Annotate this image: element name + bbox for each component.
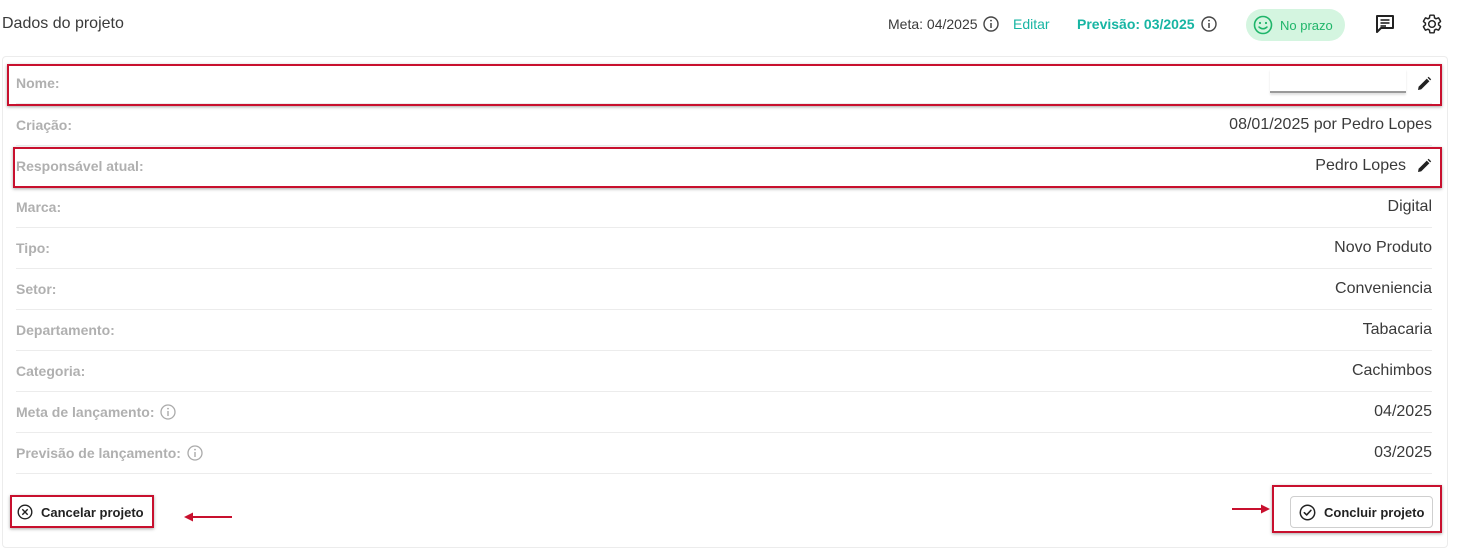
field-label: Setor: [16,281,57,297]
field-row-meta-lancamento: Meta de lançamento: 04/2025 [16,392,1432,433]
highlight-box-cancel [10,495,154,528]
field-value: Conveniencia [1335,280,1432,297]
info-icon[interactable] [187,445,203,461]
info-icon[interactable] [160,404,177,420]
field-label: Departamento: [16,322,115,338]
forecast: Previsão: 03/2025 [1077,16,1217,32]
field-label-group: Previsão de lançamento: [16,445,203,461]
field-value-text: 08/01/2025 por Pedro Lopes [1229,116,1432,133]
smiley-icon [1253,15,1273,35]
forecast-label: Previsão: 03/2025 [1077,16,1195,32]
field-label: Marca: [16,199,62,215]
field-value: Digital [1387,198,1432,215]
status-badge: No prazo [1246,9,1345,41]
field-row-departamento: Departamento: Tabacaria [16,310,1432,351]
field-row-previsao-lancamento: Previsão de lançamento: 03/2025 [16,433,1432,474]
chat-icon[interactable] [1374,13,1396,35]
highlight-box-conclude [1272,485,1442,533]
field-row-categoria: Categoria: Cachimbos [16,351,1432,392]
field-value: Tabacaria [1362,321,1432,338]
status-label: No prazo [1280,17,1333,33]
field-value: Novo Produto [1334,239,1432,256]
gear-icon[interactable] [1421,13,1443,35]
field-value: 03/2025 [1374,444,1432,461]
highlight-box-responsavel [13,147,1442,188]
header: Dados do projeto Meta: 04/2025 Editar Pr… [0,0,1458,50]
highlight-box-nome [7,64,1442,106]
field-row-setor: Setor: Conveniencia [16,269,1432,310]
meta-target: Meta: 04/2025 [888,16,999,32]
field-label: Meta de lançamento: [16,404,155,420]
field-row-criacao: Criação: 08/01/2025 por Pedro Lopes [16,105,1432,146]
edit-link[interactable]: Editar [1013,16,1050,32]
field-row-marca: Marca: Digital [16,187,1432,228]
field-label: Previsão de lançamento: [16,445,181,461]
field-label: Tipo: [16,240,50,256]
meta-label: Meta: 04/2025 [888,16,978,32]
field-label-group: Meta de lançamento: [16,404,177,420]
info-icon[interactable] [982,16,999,32]
arrow-icon [1232,504,1270,514]
field-value: 08/01/2025 por Pedro Lopes [1229,116,1432,134]
arrow-icon [184,512,232,522]
field-label: Categoria: [16,363,86,379]
field-value: 04/2025 [1374,403,1432,420]
field-value: Cachimbos [1351,362,1432,379]
field-label: Criação: [16,117,73,133]
info-icon[interactable] [1200,16,1217,32]
field-row-tipo: Tipo: Novo Produto [16,228,1432,269]
page-title: Dados do projeto [2,15,124,32]
